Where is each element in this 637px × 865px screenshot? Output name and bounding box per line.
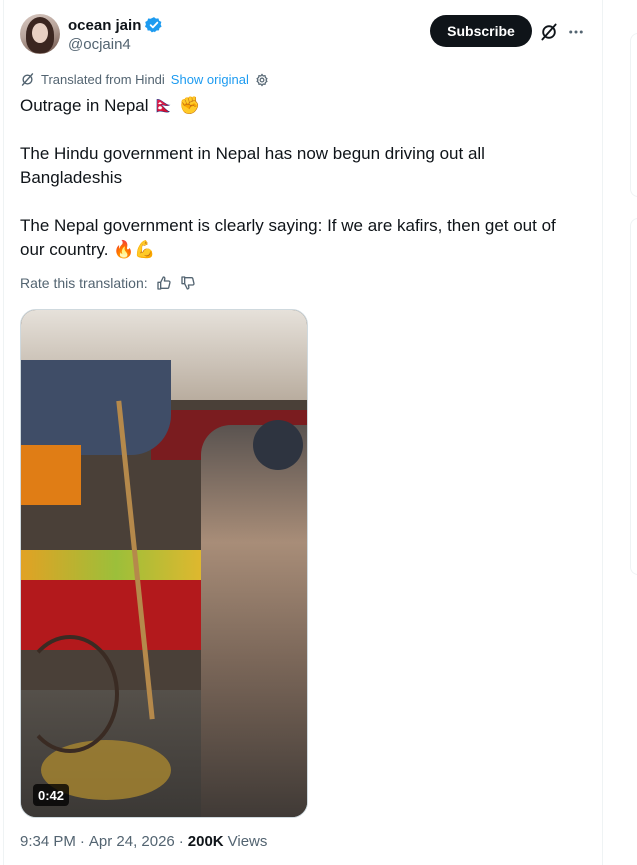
video-duration-badge: 0:42	[33, 784, 70, 806]
subscribe-button[interactable]: Subscribe	[430, 15, 532, 47]
tweet-date[interactable]: Apr 24, 2026	[89, 833, 175, 850]
timeline-left-border	[3, 0, 4, 865]
rate-translation-label: Rate this translation:	[20, 275, 148, 291]
tweet-text-line: Outrage in Nepal 🇳🇵 ✊	[20, 96, 201, 115]
show-original-link[interactable]: Show original	[171, 72, 249, 87]
grok-button[interactable]	[539, 22, 559, 42]
grok-icon	[21, 73, 34, 86]
grok-icon	[541, 23, 557, 41]
verified-badge-icon	[145, 17, 162, 33]
settings-gear-icon[interactable]	[255, 73, 269, 87]
views-count[interactable]: 200K	[188, 833, 224, 850]
tweet-meta: 9:34 PM · Apr 24, 2026 · 200K Views	[20, 833, 267, 850]
meta-separator: ·	[178, 833, 184, 850]
translated-from-label: Translated from Hindi	[41, 72, 165, 87]
sidebar-card-fragment	[630, 218, 637, 575]
tweet-time[interactable]: 9:34 PM	[20, 833, 76, 850]
tweet-text-line: The Hindu government in Nepal has now be…	[20, 144, 485, 187]
views-label: Views	[227, 833, 268, 850]
more-icon	[569, 30, 583, 34]
rate-translation: Rate this translation:	[20, 275, 196, 291]
author-name-row[interactable]: ocean jain	[68, 16, 163, 34]
video-player[interactable]: 0:42	[20, 309, 308, 818]
more-options-button[interactable]	[566, 22, 586, 42]
tweet-text-line: The Nepal government is clearly saying: …	[20, 216, 556, 259]
thumbs-up-icon[interactable]	[156, 275, 172, 291]
tweet-header: ocean jain @ocjain4 Subscribe	[20, 14, 590, 58]
meta-separator: ·	[79, 833, 85, 850]
sidebar-card-fragment	[630, 33, 637, 197]
thumbs-down-icon[interactable]	[180, 275, 196, 291]
author-name[interactable]: ocean jain	[68, 17, 141, 34]
translation-notice: Translated from Hindi Show original	[20, 72, 269, 87]
author-handle[interactable]: @ocjain4	[68, 36, 131, 53]
tweet-text: Outrage in Nepal 🇳🇵 ✊ The Hindu governme…	[20, 94, 590, 262]
timeline-right-border	[602, 0, 603, 865]
avatar[interactable]	[20, 14, 60, 54]
